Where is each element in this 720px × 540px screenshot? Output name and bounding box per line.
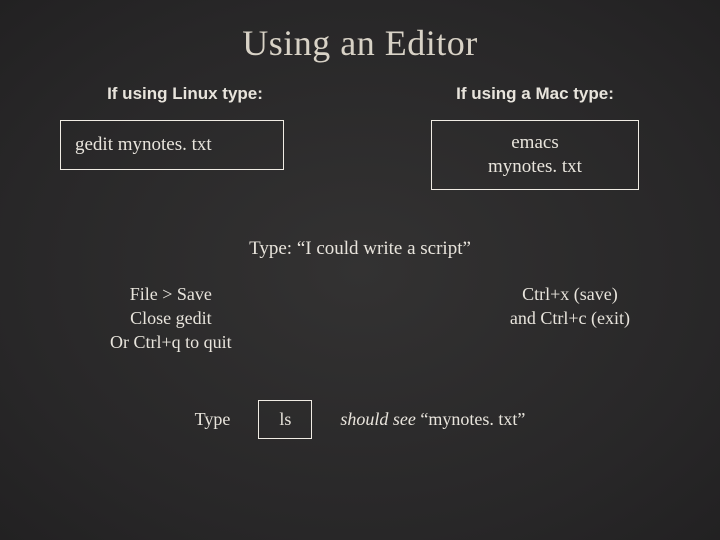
result-text: should see “mynotes. txt”: [340, 409, 525, 430]
save-instructions: File > Save Close gedit Or Ctrl+q to qui…: [0, 260, 720, 355]
linux-column: If using Linux type: gedit mynotes. txt: [60, 84, 310, 190]
type-label: Type: [195, 409, 231, 430]
mac-column: If using a Mac type: emacs mynotes. txt: [410, 84, 660, 190]
result-italic: should see: [340, 409, 416, 429]
mac-command-wrap: emacs mynotes. txt: [488, 131, 582, 179]
linux-label: If using Linux type:: [60, 84, 310, 104]
ls-command-box: ls: [258, 400, 312, 439]
mac-save-instructions: Ctrl+x (save) and Ctrl+c (exit): [510, 282, 630, 355]
ls-command: ls: [279, 409, 291, 429]
command-columns: If using Linux type: gedit mynotes. txt …: [0, 64, 720, 190]
bottom-row: Type ls should see “mynotes. txt”: [0, 400, 720, 439]
result-rest: “mynotes. txt”: [416, 409, 525, 429]
type-instruction: Type: “I could write a script”: [0, 238, 720, 260]
linux-instr-line2: Close gedit: [110, 306, 232, 330]
linux-instr-line3: Or Ctrl+q to quit: [110, 330, 232, 354]
linux-command: gedit mynotes. txt: [75, 133, 212, 157]
slide: Using an Editor If using Linux type: ged…: [0, 0, 720, 540]
mac-command-box: emacs mynotes. txt: [431, 120, 639, 190]
linux-instr-line1: File > Save: [110, 282, 232, 306]
linux-command-box: gedit mynotes. txt: [60, 120, 284, 170]
mac-instr-line1: Ctrl+x (save): [510, 282, 630, 306]
linux-save-instructions: File > Save Close gedit Or Ctrl+q to qui…: [110, 282, 232, 355]
slide-title: Using an Editor: [0, 0, 720, 64]
mac-label: If using a Mac type:: [410, 84, 660, 104]
mac-command-line2: mynotes. txt: [488, 155, 582, 179]
mac-instr-line2: and Ctrl+c (exit): [510, 306, 630, 330]
mac-command-line1: emacs: [488, 131, 582, 155]
